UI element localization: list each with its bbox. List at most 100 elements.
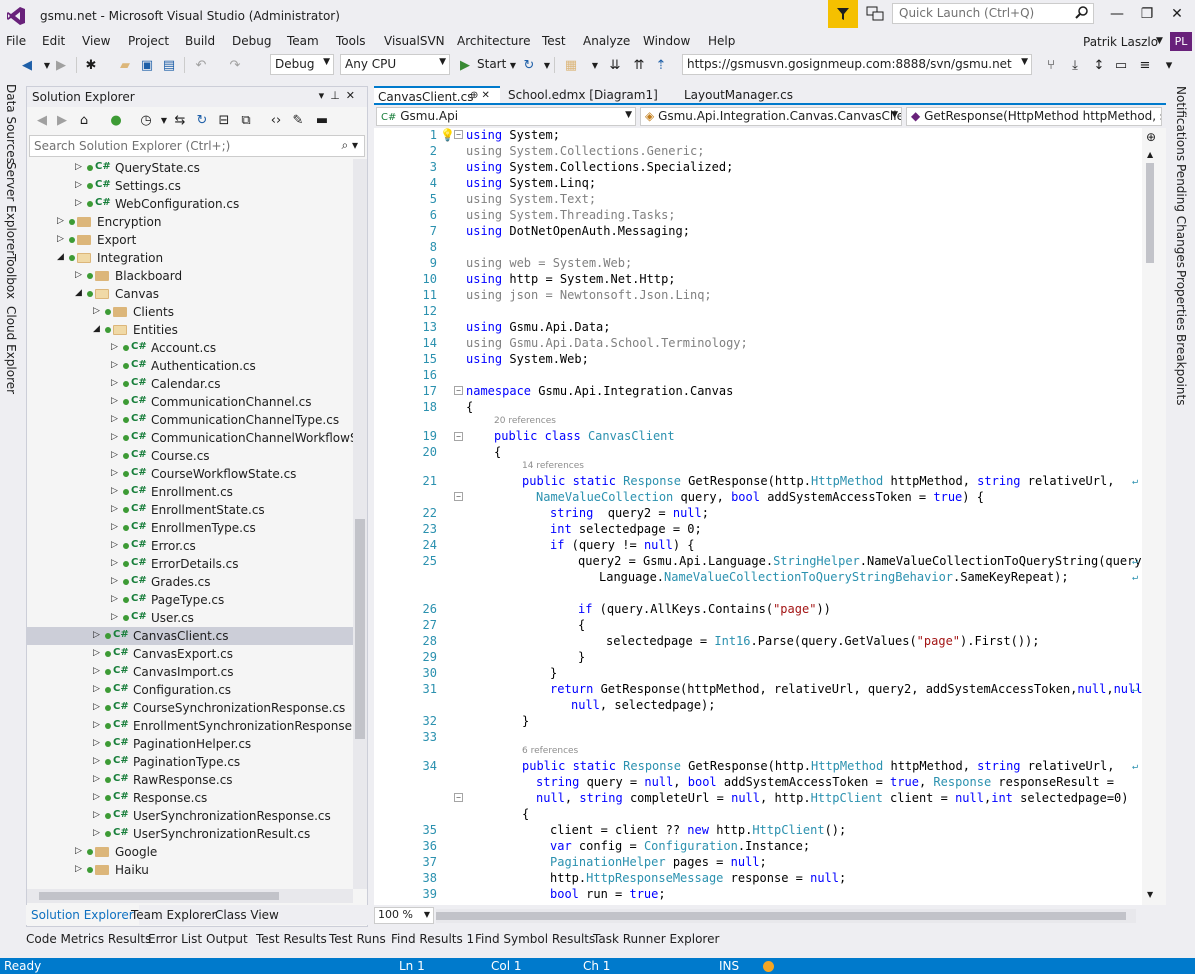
scrollbar-thumb[interactable] [355,519,365,739]
clock-icon[interactable]: ◷ [137,111,155,129]
tab-solution-explorer[interactable]: Solution Explorer [26,905,139,925]
expand-icon[interactable]: ▷ [93,774,100,784]
solution-platform-select[interactable]: Any CPU ▼ [340,54,450,75]
codelens-references[interactable]: 6 references [522,746,578,756]
expand-icon[interactable]: ▷ [111,504,118,514]
expand-icon[interactable]: ▷ [93,684,100,694]
view-code-icon[interactable]: ‹› [267,111,285,129]
new-project-icon[interactable]: ✱ [82,56,100,74]
vtab-server-explorer[interactable]: Server Explorer [0,162,22,255]
save-icon[interactable]: ▣ [138,56,156,74]
menu-analyze[interactable]: Analyze [583,34,630,48]
tree-item[interactable]: ▷ C# Configuration.cs [27,681,353,699]
vtab-toolbox[interactable]: Toolbox [0,254,22,299]
expand-icon[interactable]: ▷ [75,270,82,280]
tab-find-symbol-results[interactable]: Find Symbol Results [475,932,595,946]
svn-merge-icon[interactable]: ⤓ [1066,56,1084,74]
tree-item[interactable]: ▷ C# CanvasImport.cs [27,663,353,681]
menu-file[interactable]: File [6,34,26,48]
tree-item[interactable]: ▷ C# Calendar.cs [27,375,353,393]
sync-icon[interactable]: ⇆ [171,111,189,129]
maximize-button[interactable]: ❐ [1132,2,1162,26]
menu-debug[interactable]: Debug [232,34,271,48]
lightbulb-icon[interactable]: 💡 [440,128,455,142]
expand-icon[interactable]: ▷ [75,198,82,208]
tree-item[interactable]: ▷ C# Account.cs [27,339,353,357]
tree-item[interactable]: ◢ Canvas [27,285,353,303]
expand-icon[interactable]: ▷ [111,360,118,370]
expand-icon[interactable]: ▷ [111,414,118,424]
expand-icon[interactable]: ▷ [75,180,82,190]
menu-visualsvn[interactable]: VisualSVN [384,34,445,48]
menu-project[interactable]: Project [128,34,169,48]
redo-icon[interactable]: ↷ [226,56,244,74]
tree-item[interactable]: ▷ C# Grades.cs [27,573,353,591]
tab-test-runs[interactable]: Test Runs [329,932,386,946]
refresh-icon[interactable]: ↻ [193,111,211,129]
expand-icon[interactable]: ▷ [93,630,100,640]
toolbar-overflow-icon[interactable]: ▾ [1160,56,1178,74]
svn-diff-icon[interactable]: ≡ [1136,56,1154,74]
forward-icon[interactable]: ▶ [52,56,70,74]
tree-item[interactable]: ◢ Entities [27,321,353,339]
tree-item[interactable]: ▷ C# EnrollmenType.cs [27,519,353,537]
svn-branch-icon[interactable]: ⑂ [1042,56,1060,74]
tab-error-list[interactable]: Error List [148,932,202,946]
back-icon[interactable]: ◀ [18,56,36,74]
tree-item[interactable]: ▷ Clients [27,303,353,321]
codelens-references[interactable]: 20 references [494,416,556,426]
expand-icon[interactable]: ▷ [93,666,100,676]
vtab-properties[interactable]: Properties [1170,270,1192,331]
expanded-icon[interactable]: ◢ [93,324,100,334]
tree-item[interactable]: ▷ C# PageType.cs [27,591,353,609]
expand-icon[interactable]: ▷ [111,540,118,550]
svn-commit-icon[interactable]: ⇈ [630,56,648,74]
expand-icon[interactable]: ▷ [111,432,118,442]
tree-item[interactable]: ▷ C# UserSynchronizationResult.cs [27,825,353,843]
expand-icon[interactable]: ▷ [93,648,100,658]
svn-update-icon[interactable]: ⇊ [606,56,624,74]
expand-icon[interactable]: ▷ [93,738,100,748]
tab-team-explorer[interactable]: Team Explorer [126,905,222,925]
feedback-icon[interactable] [866,6,884,22]
expand-icon[interactable]: ▷ [111,486,118,496]
forward-icon[interactable]: ▶ [53,111,71,129]
svn-push-icon[interactable]: ⇡ [652,56,670,74]
menu-team[interactable]: Team [287,34,319,48]
vtab-cloud-explorer[interactable]: Cloud Explorer [0,306,22,394]
tree-item[interactable]: ▷ C# QueryState.cs [27,159,353,177]
expand-icon[interactable]: ▷ [75,864,82,874]
expand-icon[interactable]: ▷ [111,378,118,388]
tab-test-results[interactable]: Test Results [256,932,327,946]
expand-icon[interactable]: ▷ [111,558,118,568]
expand-icon[interactable]: ▷ [93,810,100,820]
expand-icon[interactable]: ▷ [75,162,82,172]
tree-item[interactable]: ▷ C# CommunicationChannel.cs [27,393,353,411]
tree-item[interactable]: ◢ Integration [27,249,353,267]
pending-changes-filter-icon[interactable]: ● [107,111,125,129]
tree-item[interactable]: ▷ C# PaginationType.cs [27,753,353,771]
expand-icon[interactable]: ▷ [93,756,100,766]
panel-dropdown-icon[interactable]: ▾ [319,89,331,102]
tree-item[interactable]: ▷ Google [27,843,353,861]
expand-icon[interactable]: ▷ [93,702,100,712]
expand-icon[interactable]: ▷ [111,468,118,478]
tree-item[interactable]: ▷ C# CourseSynchronizationResponse.cs [27,699,353,717]
user-name[interactable]: Patrik Laszlo [1083,35,1158,49]
vtab-data-sources[interactable]: Data Sources [0,84,22,164]
tree-item[interactable]: ▷ Haiku [27,861,353,879]
tree-item[interactable]: ▷ C# Course.cs [27,447,353,465]
user-avatar[interactable]: PL [1170,32,1192,51]
collapse-region-icon[interactable]: − [454,130,463,139]
tree-item[interactable]: ▷ C# ErrorDetails.cs [27,555,353,573]
expand-icon[interactable]: ▷ [111,594,118,604]
close-icon[interactable]: ✕ [346,89,361,102]
solution-explorer-search[interactable]: Search Solution Explorer (Ctrl+;) ⌕ ▾ [29,135,365,157]
collapse-region-icon[interactable]: − [454,386,463,395]
menu-edit[interactable]: Edit [42,34,65,48]
codelens-references[interactable]: 14 references [522,461,584,471]
show-all-files-icon[interactable]: ⧉ [237,111,255,129]
collapse-region-icon[interactable]: − [454,432,463,441]
tab-task-runner-explorer[interactable]: Task Runner Explorer [593,932,719,946]
tree-item[interactable]: ▷ C# CommunicationChannelType.cs [27,411,353,429]
